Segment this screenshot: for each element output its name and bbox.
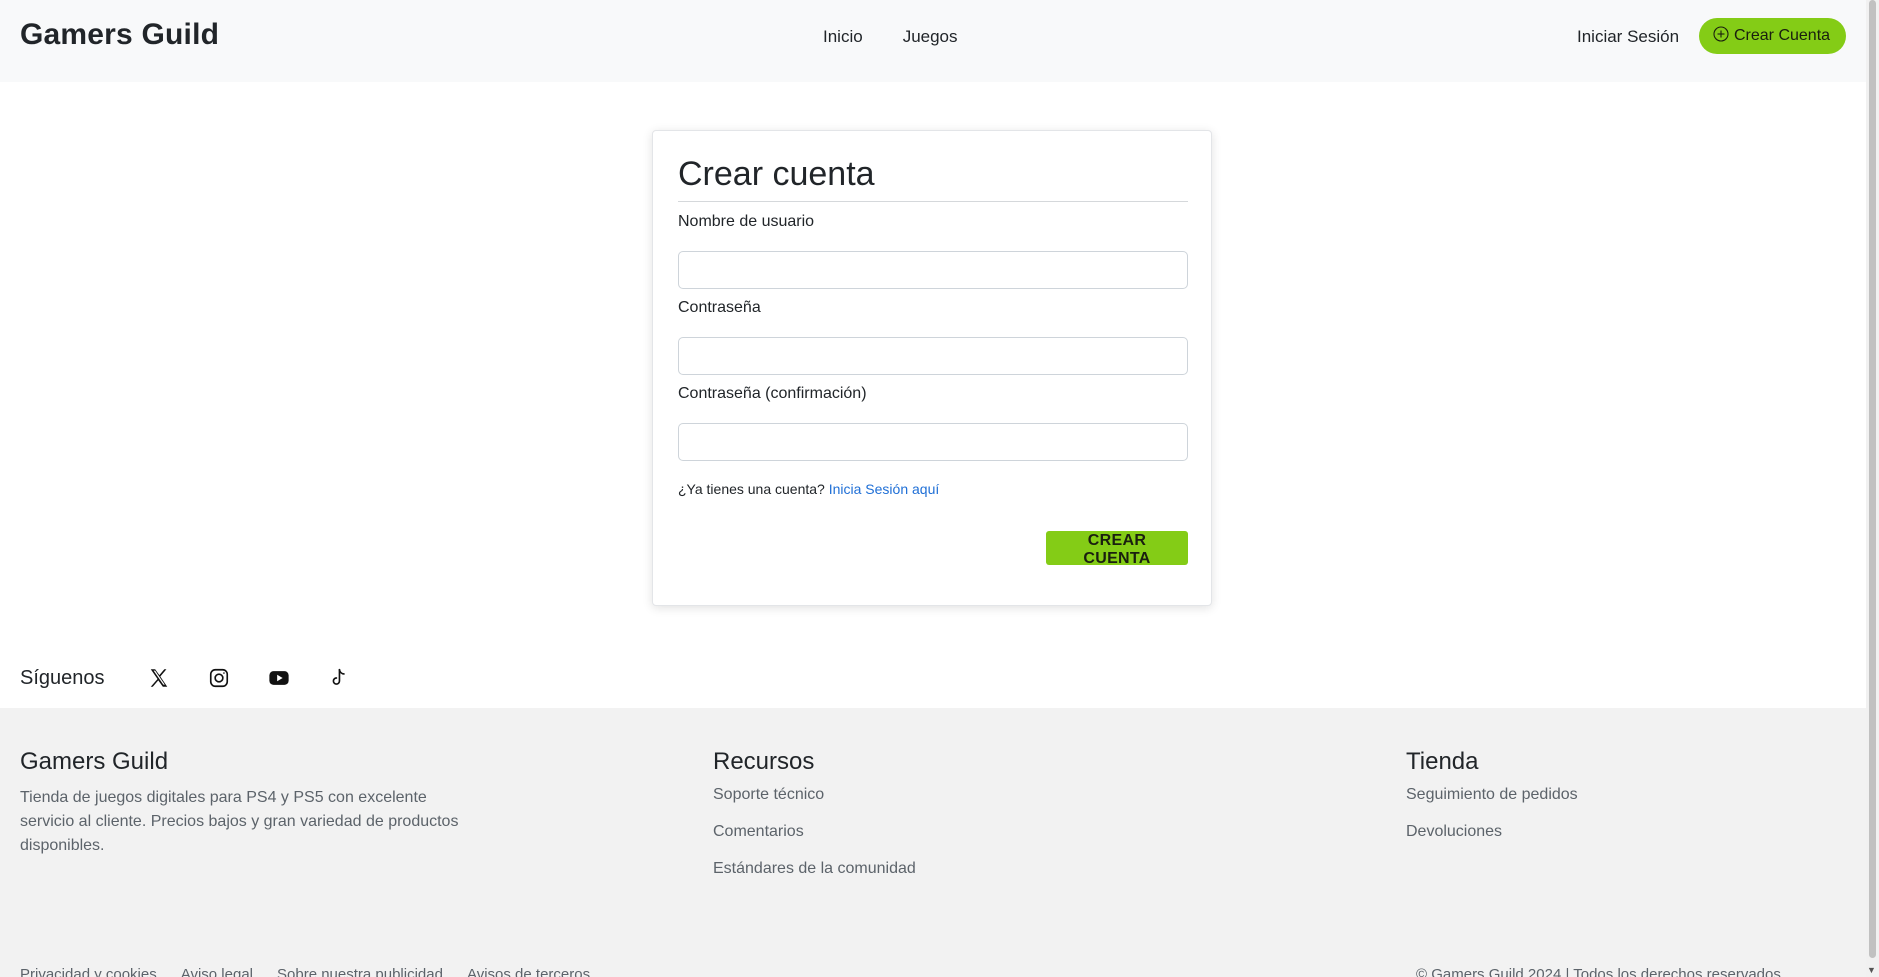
login-hint-text: ¿Ya tienes una cuenta?	[678, 481, 825, 497]
instagram-icon[interactable]	[189, 663, 249, 693]
footer: Gamers Guild Tienda de juegos digitales …	[0, 708, 1866, 977]
scroll-down-icon[interactable]: ▼	[1867, 966, 1876, 975]
footer-about: Gamers Guild Tienda de juegos digitales …	[20, 748, 460, 858]
footer-link-advertising[interactable]: Sobre nuestra publicidad	[277, 966, 443, 977]
password-input[interactable]	[678, 337, 1188, 375]
social-bar: Síguenos	[20, 663, 369, 693]
footer-link-legal[interactable]: Aviso legal	[181, 966, 253, 977]
youtube-icon[interactable]	[249, 663, 309, 693]
nav-link-inicio[interactable]: Inicio	[823, 27, 863, 47]
copyright: © Gamers Guild 2024 | Todos los derechos…	[1416, 966, 1781, 977]
confirm-password-input[interactable]	[678, 423, 1188, 461]
scrollbar[interactable]: ▼	[1866, 0, 1879, 977]
username-input[interactable]	[678, 251, 1188, 289]
signup-button-label: Crear Cuenta	[1734, 27, 1831, 44]
nav-link-juegos[interactable]: Juegos	[903, 27, 958, 47]
footer-store: Tienda Seguimiento de pedidos Devolucion…	[1406, 748, 1578, 860]
card-title: Crear cuenta	[678, 155, 875, 193]
username-label: Nombre de usuario	[678, 213, 815, 230]
tiktok-icon[interactable]	[309, 663, 369, 693]
plus-circle-icon	[1713, 25, 1729, 47]
footer-link-order-tracking[interactable]: Seguimiento de pedidos	[1406, 786, 1578, 804]
follow-label: Síguenos	[20, 666, 105, 689]
footer-legal-links: Privacidad y cookies Aviso legal Sobre n…	[20, 966, 590, 977]
footer-link-privacy[interactable]: Privacidad y cookies	[20, 966, 157, 977]
footer-link-support[interactable]: Soporte técnico	[713, 786, 916, 804]
footer-brand: Gamers Guild	[20, 748, 169, 775]
footer-link-returns[interactable]: Devoluciones	[1406, 823, 1578, 841]
footer-link-feedback[interactable]: Comentarios	[713, 823, 916, 841]
brand-logo[interactable]: Gamers Guild	[20, 18, 219, 52]
x-icon[interactable]	[129, 663, 189, 693]
footer-link-third-party[interactable]: Avisos de terceros	[467, 966, 590, 977]
navbar: Gamers Guild Inicio Juegos Iniciar Sesió…	[0, 0, 1866, 82]
password-label: Contraseña	[678, 299, 761, 316]
scrollbar-thumb[interactable]	[1869, 0, 1876, 958]
title-divider	[678, 201, 1188, 202]
footer-store-heading: Tienda	[1406, 748, 1479, 775]
page: Gamers Guild Inicio Juegos Iniciar Sesió…	[0, 0, 1879, 977]
confirm-password-label: Contraseña (confirmación)	[678, 385, 867, 402]
footer-description: Tienda de juegos digitales para PS4 y PS…	[20, 789, 459, 854]
login-here-link[interactable]: Inicia Sesión aquí	[829, 481, 940, 497]
signup-button[interactable]: Crear Cuenta	[1699, 18, 1847, 54]
footer-resources: Recursos Soporte técnico Comentarios Est…	[713, 748, 916, 897]
login-hint: ¿Ya tienes una cuenta? Inicia Sesión aqu…	[678, 481, 939, 497]
create-account-button[interactable]: CREAR CUENTA	[1046, 531, 1188, 567]
main-nav: Inicio Juegos	[823, 27, 958, 47]
register-card: Crear cuenta Nombre de usuario Contraseñ…	[652, 130, 1212, 606]
footer-link-community-standards[interactable]: Estándares de la comunidad	[713, 860, 916, 878]
login-link[interactable]: Iniciar Sesión	[1577, 27, 1679, 47]
footer-resources-heading: Recursos	[713, 748, 815, 775]
